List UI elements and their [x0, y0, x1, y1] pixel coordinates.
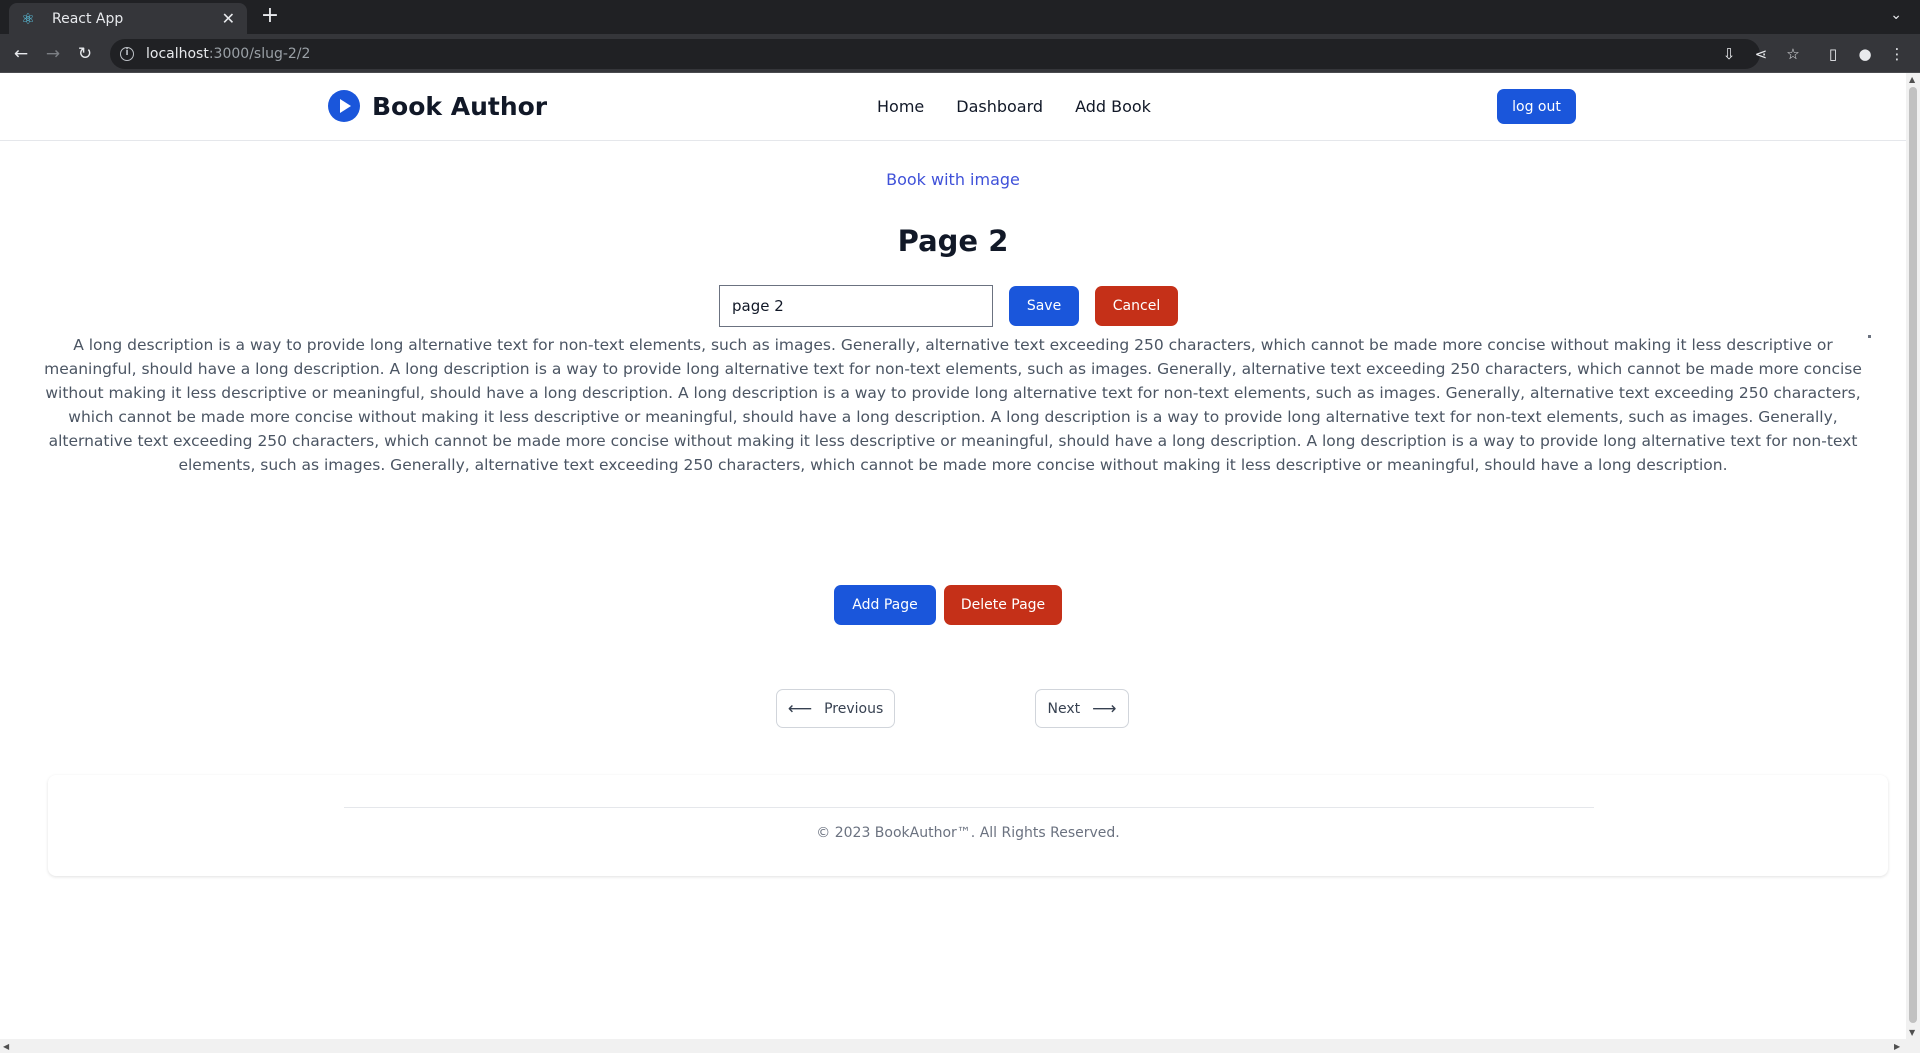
resize-handle [1868, 335, 1871, 338]
brand-link[interactable]: Book Author [328, 90, 547, 122]
share-icon[interactable]: ⋖ [1750, 43, 1772, 65]
play-logo-icon [328, 90, 360, 122]
delete-page-button[interactable]: Delete Page [944, 585, 1062, 625]
bookmark-star-icon[interactable]: ☆ [1782, 43, 1804, 65]
browser-tabbar: ⚛ React App ✕ + ⌄ [0, 0, 1920, 34]
page-edit-form: Save Cancel [719, 285, 1178, 327]
tab-search-icon[interactable]: ⌄ [1890, 7, 1902, 23]
reload-icon[interactable]: ↻ [73, 42, 97, 66]
footer-divider [344, 807, 1594, 808]
page-description: A long description is a way to provide l… [44, 336, 1862, 474]
brand-name: Book Author [372, 91, 548, 121]
footer: © 2023 BookAuthor™. All Rights Reserved. [48, 775, 1888, 876]
menu-kebab-icon[interactable]: ⋮ [1886, 43, 1908, 65]
scroll-left-icon[interactable]: ◀ [3, 1042, 9, 1051]
cancel-button[interactable]: Cancel [1095, 286, 1178, 326]
nav-add-book[interactable]: Add Book [1075, 97, 1151, 116]
scroll-down-icon[interactable]: ▼ [1909, 1028, 1915, 1037]
page-actions: Add Page Delete Page [834, 585, 1062, 625]
save-button[interactable]: Save [1009, 286, 1079, 326]
arrow-right-icon: ⟶ [1092, 698, 1117, 719]
scroll-right-icon[interactable]: ▶ [1894, 1042, 1900, 1051]
logout-button[interactable]: log out [1497, 89, 1576, 124]
address-bar[interactable]: i localhost:3000/slug-2/2 [110, 39, 1760, 69]
close-tab-icon[interactable]: ✕ [222, 9, 235, 28]
previous-label: Previous [824, 700, 884, 717]
url-text[interactable]: localhost:3000/slug-2/2 [146, 46, 310, 62]
next-button[interactable]: Next ⟶ [1035, 689, 1129, 728]
vertical-scrollbar[interactable]: ▲ ▼ [1906, 73, 1920, 1039]
new-tab-button[interactable]: + [258, 5, 282, 29]
browser-toolbar: ← → ↻ i localhost:3000/slug-2/2 ⇩ ⋖ ☆ ▯ … [0, 34, 1920, 73]
main-nav: Home Dashboard Add Book [877, 97, 1151, 116]
site-info-icon[interactable]: i [120, 47, 134, 61]
add-page-button[interactable]: Add Page [834, 585, 936, 625]
book-title-link[interactable]: Book with image [0, 170, 1906, 189]
next-label: Next [1047, 700, 1081, 717]
vertical-scroll-thumb[interactable] [1909, 87, 1917, 1023]
back-icon[interactable]: ← [9, 42, 33, 66]
page-title-input[interactable] [719, 285, 993, 327]
url-path: :3000/slug-2/2 [208, 46, 311, 62]
copyright-text: © 2023 BookAuthor™. All Rights Reserved. [816, 825, 1120, 841]
url-host: localhost [146, 46, 209, 62]
profile-icon[interactable]: ● [1854, 43, 1876, 65]
side-panel-icon[interactable]: ▯ [1822, 43, 1844, 65]
previous-button[interactable]: ⟵ Previous [776, 689, 895, 728]
horizontal-scrollbar[interactable]: ◀ ▶ [0, 1039, 1920, 1053]
page-title: Page 2 [897, 224, 1009, 258]
nav-home[interactable]: Home [877, 97, 924, 116]
browser-tab[interactable]: ⚛ React App ✕ [9, 3, 247, 34]
scroll-up-icon[interactable]: ▲ [1909, 75, 1915, 84]
react-icon: ⚛ [21, 9, 35, 28]
tab-title: React App [52, 10, 124, 27]
app-header: Book Author Home Dashboard Add Book log … [0, 73, 1906, 141]
install-icon[interactable]: ⇩ [1718, 43, 1740, 65]
arrow-left-icon: ⟵ [787, 698, 813, 719]
forward-icon[interactable]: → [41, 42, 65, 66]
nav-dashboard[interactable]: Dashboard [956, 97, 1043, 116]
